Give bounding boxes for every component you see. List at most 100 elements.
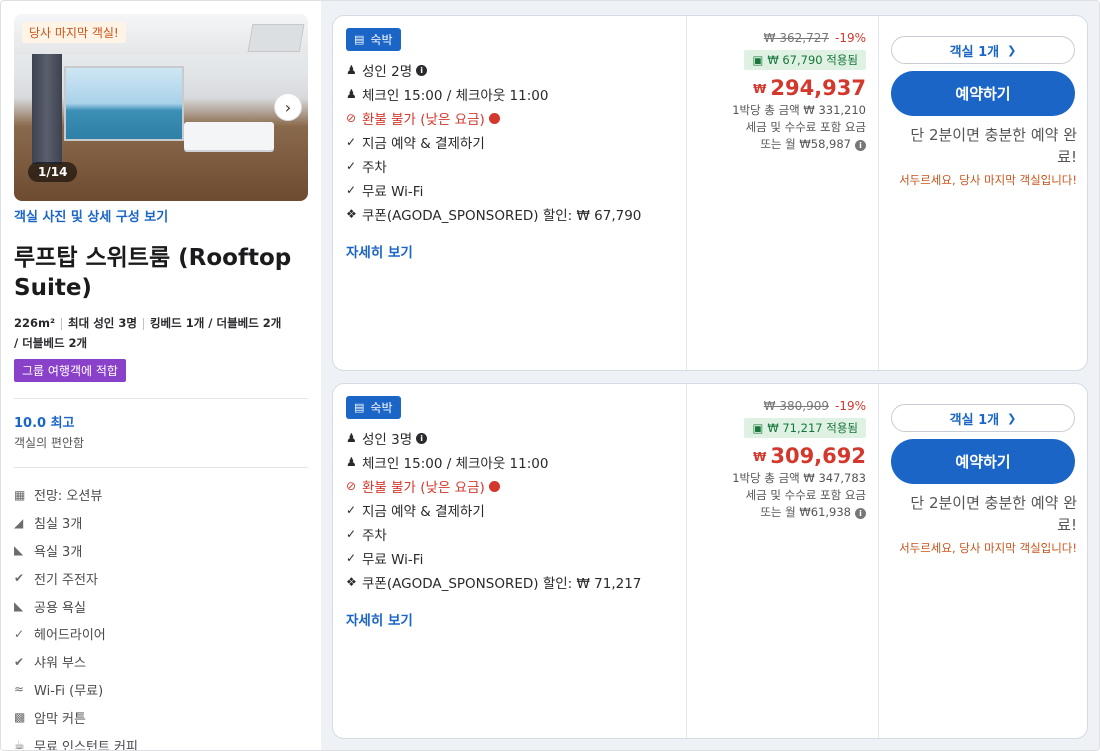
info-icon[interactable]: ! (488, 112, 500, 124)
benefit-list: ♟ 성인 3명 i ♟ 체크인 15:00 / 체크아웃 11:00 ⊘ 환불 불가 (… (346, 426, 686, 594)
amenity-item: ◣ 욕실 3개 (14, 543, 83, 560)
amenity-item: ◣ 공용 욕실 (14, 599, 86, 616)
room-quantity-select[interactable]: 객실 1개 ❯ (891, 36, 1075, 64)
room-offer-panel: 당사 마지막 객실! › 1/14 객실 사진 및 상세 구성 보기 루프탑 스… (0, 0, 1100, 751)
bed-icon: ▤ (354, 33, 365, 46)
max-guests: 최대 성인 3명 (68, 316, 137, 330)
final-price: ₩309,692 (753, 444, 866, 468)
coupon-applied-badge: ▣ ₩ 67,790 적용됨 (744, 50, 866, 70)
photo-ocean-window (64, 66, 184, 141)
ticket-icon: ▣ (752, 421, 764, 435)
info-icon[interactable]: i (855, 140, 866, 151)
benefit-coupon: ❖ 쿠폰(AGODA_SPONSORED) 할인: ₩ 67,790 (346, 207, 642, 224)
info-icon[interactable]: ! (488, 480, 500, 492)
check-icon: ✓ (346, 503, 357, 517)
price-notes: 1박당 총 금액 ₩ 331,210 세금 및 수수료 포함 요금 또는 월 ₩… (687, 102, 866, 153)
amenity-item: ≈ Wi-Fi (무료) (14, 682, 104, 699)
room-size: 226m² (14, 316, 56, 330)
checkin-icon: ♟ (346, 87, 357, 101)
chevron-right-icon: › (284, 97, 292, 117)
info-icon[interactable]: i (416, 432, 428, 444)
benefit-parking: ✓ 주차 (346, 527, 387, 544)
check-icon: ✓ (346, 527, 357, 541)
bathtub-icon: ◣ (14, 543, 24, 558)
person-icon: ♟ (346, 431, 357, 445)
tag-icon: ❖ (346, 575, 357, 589)
easy-booking-message: 단 2분이면 충분한 예약 완료! (910, 126, 1077, 166)
next-photo-button[interactable]: › (274, 93, 302, 121)
no-refund-icon: ⊘ (346, 479, 357, 493)
currency-symbol: ₩ (753, 82, 767, 96)
offer-actions: 객실 1개 ❯ 예약하기 단 2분이면 충분한 예약 완료! 서두르세요, 당사 … (879, 384, 1089, 738)
view-icon: ▦ (14, 487, 26, 502)
details-link[interactable]: 자세히 보기 (346, 609, 413, 629)
room-quantity-select[interactable]: 객실 1개 ❯ (891, 404, 1075, 432)
benefit-refund: ⊘ 환불 불가 (낮은 요금)! (346, 106, 686, 130)
offer-price: ₩ 380,909 -19% ▣ ₩ 71,217 적용됨 ₩309,692 1박당… (687, 384, 879, 738)
check-icon: ✓ (346, 135, 357, 149)
final-price: ₩294,937 (753, 76, 866, 100)
amenity-item: ✔ 샤워 부스 (14, 654, 86, 672)
curtain-icon: ▩ (14, 710, 26, 725)
check-icon: ✓ (14, 626, 25, 641)
stay-badge: ▤ 숙박 (346, 396, 401, 419)
check-circle-icon: ✔ (14, 654, 25, 669)
currency-symbol: ₩ (753, 450, 767, 464)
offer-price: ₩ 362,727 -19% ▣ ₩ 67,790 적용됨 ₩294,937 1박당… (687, 16, 879, 370)
photo-vent (247, 24, 305, 52)
discount-percent: -19% (834, 31, 866, 45)
tag-icon: ❖ (346, 207, 357, 221)
price-notes: 1박당 총 금액 ₩ 347,783 세금 및 수수료 포함 요금 또는 월 ₩… (687, 470, 866, 521)
book-button[interactable]: 예약하기 (891, 439, 1075, 484)
benefit-wifi: ✓ 무료 Wi-Fi (346, 551, 424, 568)
stay-badge: ▤ 숙박 (346, 28, 401, 51)
benefit-checkin: ♟ 체크인 15:00 / 체크아웃 11:00 (346, 87, 549, 104)
room-title: 루프탑 스위트룸 (Rooftop Suite) (14, 245, 292, 301)
check-icon: ✓ (346, 183, 357, 197)
wifi-icon: ≈ (14, 682, 25, 697)
room-photo[interactable]: 당사 마지막 객실! › 1/14 (14, 14, 308, 201)
bedroom-icon: ◢ (14, 515, 24, 530)
benefit-pay-now: ✓ 지금 예약 & 결제하기 (346, 135, 485, 152)
room-specs: 226m² 최대 성인 3명 킹베드 1개 / 더블베드 2개 / 더블베드 2개 (14, 313, 308, 353)
amenity-item: ✔ 전기 주전자 (14, 571, 98, 588)
last-room-badge: 당사 마지막 객실! (22, 22, 126, 43)
amenity-item: ✓ 헤어드라이어 (14, 626, 106, 644)
benefit-guests: ♟ 성인 3명 i (346, 426, 686, 450)
photo-counter: 1/14 (28, 162, 78, 182)
benefit-checkin: ♟ 체크인 15:00 / 체크아웃 11:00 (346, 455, 549, 472)
bed-config: 킹베드 1개 / 더블베드 2개 (149, 316, 282, 330)
benefit-guests: ♟ 성인 2명 i (346, 58, 686, 82)
benefit-list: ♟ 성인 2명 i ♟ 체크인 15:00 / 체크아웃 11:00 ⊘ 환불 불가 (… (346, 58, 686, 226)
offer-actions: 객실 1개 ❯ 예약하기 단 2분이면 충분한 예약 완료! 서두르세요, 당사 … (879, 16, 1089, 370)
check-circle-icon: ✔ (14, 571, 25, 586)
total-note: 1박당 총 금액 ₩ 347,783 (732, 471, 866, 485)
divider (14, 398, 308, 399)
benefit-parking: ✓ 주차 (346, 159, 387, 176)
person-icon: ♟ (346, 63, 357, 77)
monthly-note: 또는 월 ₩58,987 i (687, 136, 866, 153)
original-price: ₩ 380,909 (763, 399, 829, 413)
benefit-pay-now: ✓ 지금 예약 & 결제하기 (346, 503, 485, 520)
book-button[interactable]: 예약하기 (891, 71, 1075, 116)
amenity-item: ▦ 전망: 오션뷰 (14, 487, 103, 505)
details-link[interactable]: 자세히 보기 (346, 241, 413, 261)
group-travel-badge: 그룹 여행객에 적합 (14, 359, 126, 382)
info-icon[interactable]: i (855, 508, 866, 519)
amenity-item: ◢ 침실 3개 (14, 515, 83, 533)
tax-note: 세금 및 수수료 포함 요금 (745, 488, 866, 502)
info-icon[interactable]: i (416, 64, 428, 76)
ticket-icon: ▣ (752, 53, 764, 67)
no-refund-icon: ⊘ (346, 111, 357, 125)
photo-bed (184, 122, 274, 150)
discount-percent: -19% (834, 399, 866, 413)
benefit-coupon: ❖ 쿠폰(AGODA_SPONSORED) 할인: ₩ 71,217 (346, 575, 642, 592)
monthly-note: 또는 월 ₩61,938 i (687, 504, 866, 521)
original-price: ₩ 362,727 (763, 31, 829, 45)
check-icon: ✓ (346, 551, 357, 565)
amenity-item: ▩ 암막 커튼 (14, 710, 86, 727)
chevron-down-icon: ❯ (1007, 411, 1017, 425)
room-info-column: 당사 마지막 객실! › 1/14 객실 사진 및 상세 구성 보기 루프탑 스… (1, 1, 321, 750)
coupon-applied-badge: ▣ ₩ 71,217 적용됨 (744, 418, 866, 438)
view-photos-link[interactable]: 객실 사진 및 상세 구성 보기 (14, 206, 308, 225)
